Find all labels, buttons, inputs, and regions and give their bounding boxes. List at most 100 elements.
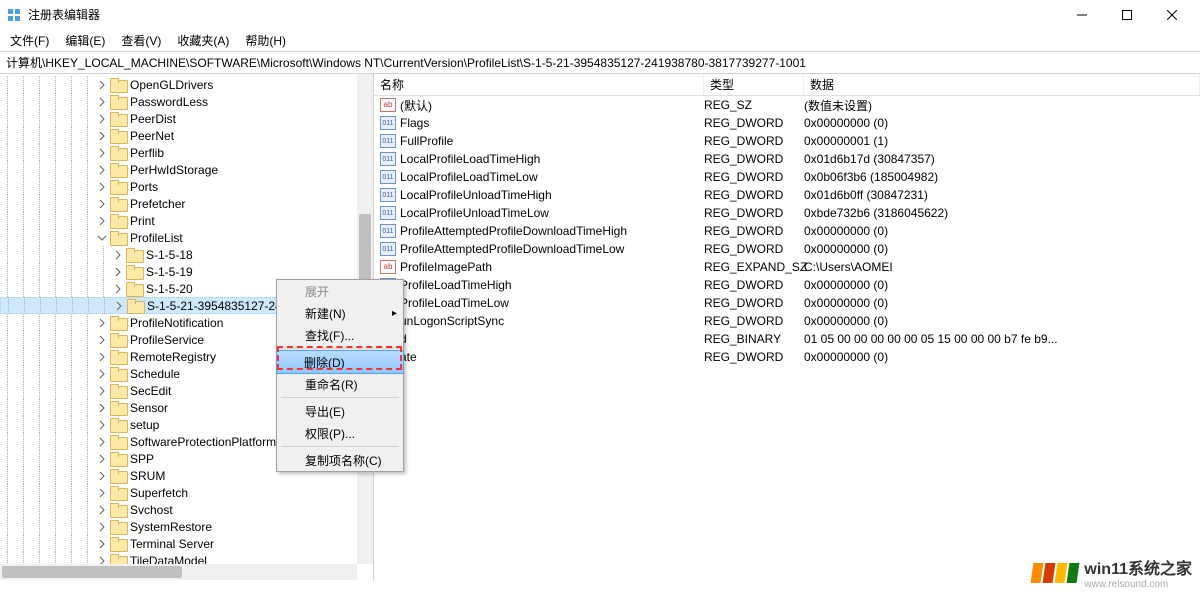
expand-icon[interactable] [96, 334, 108, 346]
ctx-new[interactable]: 新建(N) [277, 302, 403, 324]
tree-item-ports[interactable]: Ports [0, 178, 373, 195]
menu-help[interactable]: 帮助(H) [237, 30, 294, 51]
ctx-rename[interactable]: 重命名(R) [277, 373, 403, 395]
expand-icon[interactable] [96, 147, 108, 159]
value-row[interactable]: (默认)REG_SZ(数值未设置) [374, 96, 1200, 114]
watermark-text: win11系统之家 [1084, 555, 1192, 579]
tree-item-perhwidstorage[interactable]: PerHwIdStorage [0, 161, 373, 178]
column-type[interactable]: 类型 [704, 74, 804, 95]
menu-edit[interactable]: 编辑(E) [57, 30, 113, 51]
expand-icon[interactable] [112, 249, 124, 261]
expand-icon[interactable] [112, 283, 124, 295]
expand-icon[interactable] [96, 453, 108, 465]
ctx-find[interactable]: 查找(F)... [277, 324, 403, 346]
value-name: Flags [400, 116, 704, 130]
binary-value-icon [380, 116, 396, 130]
tree-item-label: RemoteRegistry [130, 350, 216, 364]
value-row[interactable]: ProfileAttemptedProfileDownloadTimeLowRE… [374, 240, 1200, 258]
menu-view[interactable]: 查看(V) [113, 30, 169, 51]
value-row[interactable]: ProfileImagePathREG_EXPAND_SZC:\Users\AO… [374, 258, 1200, 276]
expand-icon[interactable] [96, 504, 108, 516]
expand-icon[interactable] [112, 266, 124, 278]
ctx-expand[interactable]: 展开 [277, 280, 403, 302]
tree-item-opengldrivers[interactable]: OpenGLDrivers [0, 76, 373, 93]
tree-item-profilelist[interactable]: ProfileList [0, 229, 373, 246]
expand-icon[interactable] [96, 79, 108, 91]
column-name[interactable]: 名称 [374, 74, 704, 95]
tree-item-prefetcher[interactable]: Prefetcher [0, 195, 373, 212]
tree-item-passwordless[interactable]: PasswordLess [0, 93, 373, 110]
folder-icon [110, 503, 126, 517]
expand-icon[interactable] [96, 232, 108, 244]
value-type: REG_EXPAND_SZ [704, 260, 804, 274]
tree-item-label: PeerNet [130, 129, 174, 143]
expand-icon[interactable] [96, 402, 108, 414]
value-data: 0x00000000 (0) [804, 314, 1200, 328]
address-bar[interactable]: 计算机\HKEY_LOCAL_MACHINE\SOFTWARE\Microsof… [0, 52, 1200, 74]
value-row[interactable]: LocalProfileUnloadTimeLowREG_DWORD0xbde7… [374, 204, 1200, 222]
expand-icon[interactable] [96, 164, 108, 176]
binary-value-icon [380, 224, 396, 238]
value-row[interactable]: ProfileAttemptedProfileDownloadTimeHighR… [374, 222, 1200, 240]
ctx-delete[interactable]: 删除(D) [276, 350, 404, 374]
ctx-export[interactable]: 导出(E) [277, 400, 403, 422]
value-row[interactable]: ProfileLoadTimeLowREG_DWORD0x00000000 (0… [374, 294, 1200, 312]
tree-item-s-1-5-18[interactable]: S-1-5-18 [0, 246, 373, 263]
tree-item-superfetch[interactable]: Superfetch [0, 484, 373, 501]
menu-file[interactable]: 文件(F) [2, 30, 57, 51]
value-name: d [400, 332, 704, 346]
tree-item-systemrestore[interactable]: SystemRestore [0, 518, 373, 535]
value-row[interactable]: ProfileLoadTimeHighREG_DWORD0x00000000 (… [374, 276, 1200, 294]
expand-icon[interactable] [96, 181, 108, 193]
expand-icon[interactable] [96, 487, 108, 499]
expand-icon[interactable] [96, 368, 108, 380]
scrollbar-thumb[interactable] [2, 566, 182, 578]
expand-icon[interactable] [96, 113, 108, 125]
tree-item-s-1-5-19[interactable]: S-1-5-19 [0, 263, 373, 280]
folder-icon [110, 401, 126, 415]
value-row[interactable]: LocalProfileUnloadTimeHighREG_DWORD0x01d… [374, 186, 1200, 204]
ctx-copy-key-name[interactable]: 复制项名称(C) [277, 449, 403, 471]
ctx-permissions[interactable]: 权限(P)... [277, 422, 403, 444]
value-row[interactable]: dREG_BINARY01 05 00 00 00 00 00 05 15 00… [374, 330, 1200, 348]
menu-favorites[interactable]: 收藏夹(A) [169, 30, 237, 51]
maximize-button[interactable] [1104, 0, 1149, 30]
expand-icon[interactable] [96, 538, 108, 550]
value-row[interactable]: LocalProfileLoadTimeHighREG_DWORD0x01d6b… [374, 150, 1200, 168]
expand-icon[interactable] [96, 470, 108, 482]
folder-icon [110, 95, 126, 109]
tree-item-terminal-server[interactable]: Terminal Server [0, 535, 373, 552]
watermark-url: www.relsound.com [1084, 579, 1192, 590]
expand-icon[interactable] [96, 521, 108, 533]
expand-icon[interactable] [96, 351, 108, 363]
value-type: REG_DWORD [704, 350, 804, 364]
expand-icon[interactable] [96, 198, 108, 210]
tree-item-svchost[interactable]: Svchost [0, 501, 373, 518]
expand-icon[interactable] [96, 385, 108, 397]
close-button[interactable] [1149, 0, 1194, 30]
expand-icon[interactable] [96, 436, 108, 448]
column-data[interactable]: 数据 [804, 74, 1200, 95]
value-row[interactable]: unLogonScriptSyncREG_DWORD0x00000000 (0) [374, 312, 1200, 330]
tree-item-perflib[interactable]: Perflib [0, 144, 373, 161]
tree-item-print[interactable]: Print [0, 212, 373, 229]
binary-value-icon [380, 170, 396, 184]
value-row[interactable]: FullProfileREG_DWORD0x00000001 (1) [374, 132, 1200, 150]
tree-item-label: S-1-5-20 [146, 282, 193, 296]
folder-icon [126, 282, 142, 296]
tree-item-peerdist[interactable]: PeerDist [0, 110, 373, 127]
expand-icon[interactable] [113, 300, 125, 312]
expand-icon[interactable] [96, 130, 108, 142]
value-name: ProfileAttemptedProfileDownloadTimeHigh [400, 224, 704, 238]
expand-icon[interactable] [96, 215, 108, 227]
expand-icon[interactable] [96, 96, 108, 108]
value-row[interactable]: LocalProfileLoadTimeLowREG_DWORD0x0b06f3… [374, 168, 1200, 186]
minimize-button[interactable] [1059, 0, 1104, 30]
value-row[interactable]: FlagsREG_DWORD0x00000000 (0) [374, 114, 1200, 132]
expand-icon[interactable] [96, 419, 108, 431]
tree-scrollbar-horizontal[interactable] [0, 564, 357, 580]
expand-icon[interactable] [96, 317, 108, 329]
folder-icon [110, 333, 126, 347]
tree-item-peernet[interactable]: PeerNet [0, 127, 373, 144]
value-row[interactable]: ateREG_DWORD0x00000000 (0) [374, 348, 1200, 366]
